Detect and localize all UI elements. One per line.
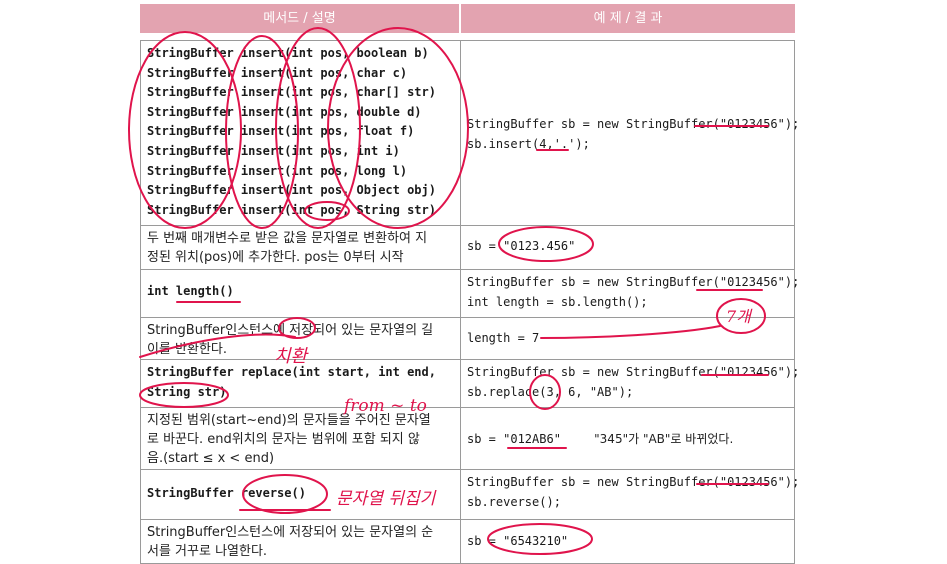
insert-result-cell: sb = "0123.456" <box>461 226 795 270</box>
result-value: sb = "012AB6" <box>467 432 561 446</box>
example-line: sb.reverse(); <box>467 494 561 509</box>
reverse-example-cell: StringBuffer sb = new StringBuffer("0123… <box>461 470 800 520</box>
reverse-result-cell: sb = "6543210" <box>461 520 795 564</box>
replace-desc-cell: 지정된 범위(start~end)의 문자들을 주어진 문자열 로 바꾼다. e… <box>140 408 461 470</box>
signature-line: StringBuffer reverse() <box>147 486 306 500</box>
result-note: "345"가 "AB"로 바뀌었다. <box>594 432 734 446</box>
length-desc-cell: StringBuffer인스턴스에 저장되어 있는 문자열의 길 이를 반환한다… <box>140 318 461 360</box>
result-value: sb = "6543210" <box>467 534 569 548</box>
insert-desc-cell: 두 번째 매개변수로 받은 값을 문자열로 변환하여 지 정된 위치(pos)에… <box>140 226 461 270</box>
desc-line: 로 바꾼다. end위치의 문자는 범위에 포함 되지 않 <box>147 432 420 447</box>
desc-line: 서를 거꾸로 나열한다. <box>147 544 268 559</box>
header-example-result: 예 제 / 결 과 <box>461 4 795 33</box>
desc-line: StringBuffer인스턴스에 저장되어 있는 문자열의 길 <box>147 323 434 338</box>
example-line: StringBuffer sb = new StringBuffer("0123… <box>467 275 800 289</box>
length-result-cell: length = 7 <box>461 318 795 360</box>
example-line: sb.replace(3, 6, "AB"); <box>467 384 634 399</box>
example-line: StringBuffer sb = new StringBuffer("0123… <box>467 117 800 131</box>
example-line: sb.insert(4,'.'); <box>467 136 590 151</box>
reverse-signature-cell: StringBuffer reverse() <box>140 470 461 520</box>
signature-line: String str) <box>147 384 227 399</box>
insert-signatures-cell: StringBuffer insert(int pos, boolean b) … <box>140 40 461 226</box>
example-line: int length = sb.length(); <box>467 294 648 309</box>
signature-line: StringBuffer insert(int pos, Object obj) <box>147 183 436 198</box>
desc-line: 두 번째 매개변수로 받은 값을 문자열로 변환하여 지 <box>147 231 428 246</box>
length-signature-cell: int length() <box>140 270 461 318</box>
replace-result-cell: sb = "012AB6" "345"가 "AB"로 바뀌었다. <box>461 408 795 470</box>
signature-line: StringBuffer insert(int pos, int i) <box>147 143 400 158</box>
result-line: sb = "012AB6" "345"가 "AB"로 바뀌었다. <box>467 430 788 450</box>
signature-line: StringBuffer insert(int pos, float f) <box>147 124 415 139</box>
replace-signature-cell: StringBuffer replace(int start, int end,… <box>140 360 461 408</box>
example-line: StringBuffer sb = new StringBuffer("0123… <box>467 475 800 489</box>
signature-line: int length() <box>147 284 234 298</box>
signature-line: StringBuffer insert(int pos, String str) <box>147 202 436 217</box>
signature-line: StringBuffer insert(int pos, double d) <box>147 104 422 119</box>
insert-example-cell: StringBuffer sb = new StringBuffer("0123… <box>461 40 800 226</box>
replace-example-cell: StringBuffer sb = new StringBuffer("0123… <box>461 360 800 408</box>
desc-line: 지정된 범위(start~end)의 문자들을 주어진 문자열 <box>147 413 431 428</box>
result-value: length = 7 <box>467 331 540 345</box>
header-method-desc: 메서드 / 설명 <box>140 4 459 33</box>
result-value: sb = "0123.456" <box>467 239 576 253</box>
signature-line: StringBuffer insert(int pos, char[] str) <box>147 85 436 100</box>
desc-line: 이를 반환한다. <box>147 342 228 357</box>
signature-line: StringBuffer replace(int start, int end, <box>147 365 436 379</box>
signature-line: StringBuffer insert(int pos, boolean b) <box>147 46 429 60</box>
reverse-desc-cell: StringBuffer인스턴스에 저장되어 있는 문자열의 순 서를 거꾸로 … <box>140 520 461 564</box>
desc-line: StringBuffer인스턴스에 저장되어 있는 문자열의 순 <box>147 525 434 540</box>
example-line: StringBuffer sb = new StringBuffer("0123… <box>467 365 800 379</box>
signature-line: StringBuffer insert(int pos, long l) <box>147 163 408 178</box>
desc-line: 정된 위치(pos)에 추가한다. pos는 0부터 시작 <box>147 250 404 265</box>
signature-line: StringBuffer insert(int pos, char c) <box>147 65 408 80</box>
length-example-cell: StringBuffer sb = new StringBuffer("0123… <box>461 270 800 318</box>
desc-line: 음.(start ≤ x < end) <box>147 451 275 466</box>
